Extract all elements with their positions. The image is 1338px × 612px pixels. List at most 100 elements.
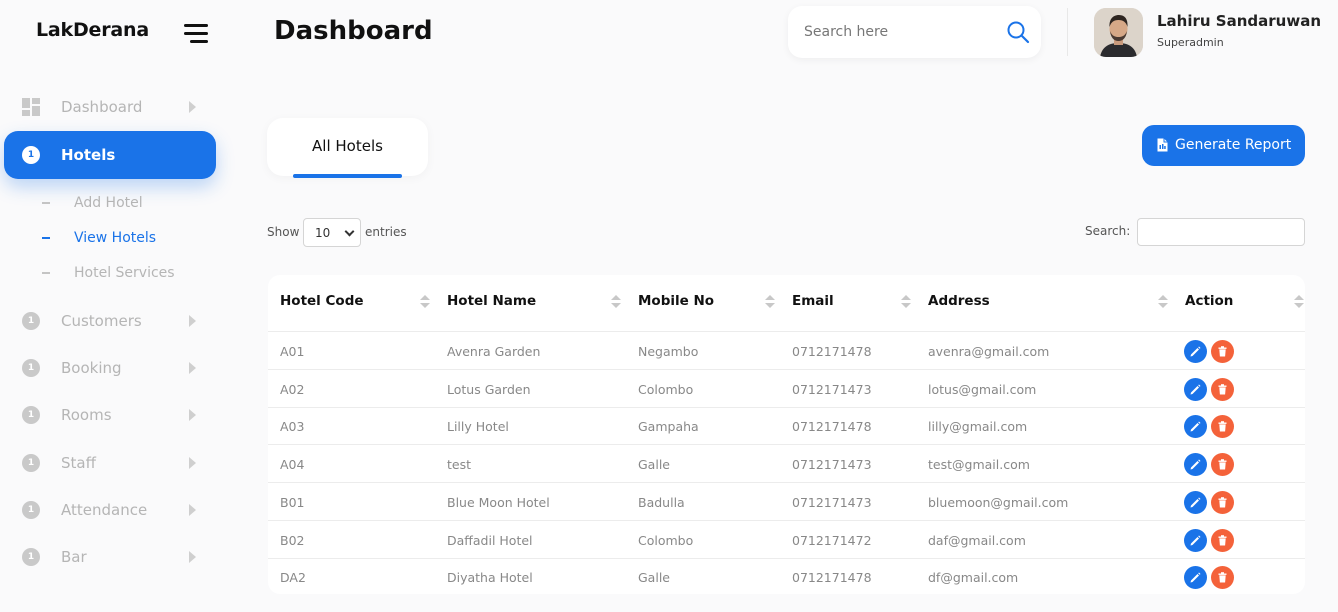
sidebar-item-customers[interactable]: 1 Customers bbox=[0, 298, 216, 344]
delete-icon[interactable] bbox=[1211, 566, 1234, 590]
sort-icon[interactable] bbox=[1158, 295, 1168, 309]
info-icon: 1 bbox=[22, 312, 40, 330]
edit-icon[interactable] bbox=[1184, 340, 1207, 363]
cell-hotel-name: Lilly Hotel bbox=[447, 419, 509, 435]
delete-icon[interactable] bbox=[1211, 490, 1234, 514]
cell-hotel-name: Lotus Garden bbox=[447, 381, 531, 397]
delete-icon[interactable] bbox=[1211, 377, 1234, 401]
table-row: B02 Daffadil Hotel Colombo 0712171472 daf@gm… bbox=[268, 521, 1305, 559]
sidebar-item-staff[interactable]: 1 Staff bbox=[0, 440, 216, 486]
sidebar-item-label: Booking bbox=[61, 359, 122, 377]
sidebar-subitem-hotel-services[interactable]: Hotel Services bbox=[42, 263, 175, 283]
sort-icon[interactable] bbox=[765, 295, 775, 309]
cell-mobile-no: Galle bbox=[638, 457, 670, 473]
sidebar-item-label: Dashboard bbox=[61, 98, 143, 116]
sidebar-item-label: Bar bbox=[61, 548, 87, 566]
table-row: A03 Lilly Hotel Gampaha 0712171478 lilly@gma… bbox=[268, 407, 1305, 446]
cell-hotel-code: A03 bbox=[280, 419, 305, 435]
sidebar-item-label: Attendance bbox=[61, 501, 148, 519]
sort-icon[interactable] bbox=[901, 295, 911, 309]
cell-hotel-name: Daffadil Hotel bbox=[447, 532, 533, 548]
column-header-address[interactable]: Address bbox=[928, 293, 990, 309]
cell-address: lilly@gmail.com bbox=[928, 419, 1028, 435]
table-row: A01 Avenra Garden Negambo 0712171478 avenra@… bbox=[268, 332, 1305, 370]
info-icon: 1 bbox=[22, 454, 40, 472]
cell-mobile-no: Negambo bbox=[638, 344, 699, 359]
sidebar-subitem-label: Add Hotel bbox=[74, 195, 143, 211]
sort-icon[interactable] bbox=[420, 295, 430, 309]
cell-hotel-code: A01 bbox=[280, 344, 305, 359]
sidebar-item-rooms[interactable]: 1 Rooms bbox=[0, 392, 216, 438]
delete-icon[interactable] bbox=[1211, 340, 1234, 363]
user-name[interactable]: Lahiru Sandaruwan bbox=[1157, 12, 1321, 30]
brand-logo[interactable]: LakDerana bbox=[36, 19, 149, 41]
entries-select-value: 10 bbox=[315, 226, 331, 240]
cell-mobile-no: Colombo bbox=[638, 532, 694, 548]
edit-icon[interactable] bbox=[1184, 490, 1207, 514]
delete-icon[interactable] bbox=[1211, 528, 1234, 552]
search-icon[interactable] bbox=[1006, 20, 1030, 44]
column-header-hotel-name[interactable]: Hotel Name bbox=[447, 293, 536, 309]
sidebar-item-attendance[interactable]: 1 Attendance bbox=[0, 487, 216, 533]
menu-toggle-icon[interactable] bbox=[184, 24, 210, 44]
edit-icon[interactable] bbox=[1184, 415, 1207, 439]
tab-all-hotels[interactable]: All Hotels bbox=[267, 118, 428, 178]
table-search-input[interactable] bbox=[1137, 218, 1305, 246]
search-box bbox=[788, 6, 1041, 58]
info-icon: 1 bbox=[22, 359, 40, 377]
delete-icon[interactable] bbox=[1211, 415, 1234, 439]
cell-email: 0712171473 bbox=[792, 457, 872, 473]
cell-email: 0712171478 bbox=[792, 419, 872, 435]
cell-address: test@gmail.com bbox=[928, 457, 1030, 473]
entries-select[interactable]: 10 bbox=[303, 218, 361, 247]
dashboard-icon bbox=[22, 98, 40, 116]
sidebar-subitem-add-hotel[interactable]: Add Hotel bbox=[42, 193, 143, 213]
column-header-hotel-code[interactable]: Hotel Code bbox=[280, 293, 364, 309]
column-header-mobile-no[interactable]: Mobile No bbox=[638, 293, 714, 309]
sidebar-item-hotels[interactable]: 1 Hotels bbox=[4, 131, 216, 179]
sidebar-item-label: Staff bbox=[61, 454, 96, 472]
cell-mobile-no: Badulla bbox=[638, 494, 685, 510]
hotels-table: Hotel Code Hotel Name Mobile No Email Ad… bbox=[268, 275, 1305, 594]
info-icon: 1 bbox=[22, 548, 40, 566]
sidebar-subitem-label: View Hotels bbox=[74, 230, 157, 246]
dash-icon bbox=[42, 272, 50, 274]
header-divider bbox=[1067, 8, 1068, 56]
cell-address: lotus@gmail.com bbox=[928, 381, 1037, 397]
search-input[interactable] bbox=[804, 21, 994, 43]
info-icon: 1 bbox=[22, 501, 40, 519]
cell-address: avenra@gmail.com bbox=[928, 344, 1050, 359]
cell-email: 0712171473 bbox=[792, 494, 872, 510]
caret-right-icon bbox=[189, 551, 196, 563]
cell-email: 0712171478 bbox=[792, 570, 872, 586]
sort-icon[interactable] bbox=[1294, 295, 1304, 309]
document-icon bbox=[1157, 138, 1168, 152]
cell-address: daf@gmail.com bbox=[928, 532, 1026, 548]
table-row: DA2 Diyatha Hotel Galle 0712171478 df@gmail.… bbox=[268, 558, 1305, 594]
info-icon: 1 bbox=[22, 146, 40, 164]
cell-hotel-code: B01 bbox=[280, 494, 305, 510]
caret-right-icon bbox=[189, 101, 196, 113]
edit-icon[interactable] bbox=[1184, 566, 1207, 590]
table-row: B01 Blue Moon Hotel Badulla 0712171473 bluem… bbox=[268, 483, 1305, 521]
sidebar-subitem-view-hotels[interactable]: View Hotels bbox=[42, 228, 156, 248]
avatar[interactable] bbox=[1094, 8, 1143, 57]
cell-hotel-code: DA2 bbox=[280, 570, 306, 586]
sidebar-item-bar[interactable]: 1 Bar bbox=[0, 534, 216, 580]
edit-icon[interactable] bbox=[1184, 377, 1207, 401]
sort-icon[interactable] bbox=[611, 295, 621, 309]
column-header-email[interactable]: Email bbox=[792, 293, 834, 309]
cell-hotel-code: B02 bbox=[280, 532, 305, 548]
delete-icon[interactable] bbox=[1211, 453, 1234, 477]
cell-email: 0712171473 bbox=[792, 381, 872, 397]
sidebar-item-booking[interactable]: 1 Booking bbox=[0, 345, 216, 391]
generate-report-button[interactable]: Generate Report bbox=[1142, 125, 1305, 166]
sidebar-item-dashboard[interactable]: Dashboard bbox=[0, 84, 216, 130]
edit-icon[interactable] bbox=[1184, 453, 1207, 477]
tab-active-indicator bbox=[293, 174, 402, 178]
sidebar-item-label: Rooms bbox=[61, 406, 112, 424]
cell-hotel-name: Blue Moon Hotel bbox=[447, 494, 550, 510]
cell-mobile-no: Galle bbox=[638, 570, 670, 586]
column-header-action[interactable]: Action bbox=[1185, 293, 1233, 309]
edit-icon[interactable] bbox=[1184, 528, 1207, 552]
